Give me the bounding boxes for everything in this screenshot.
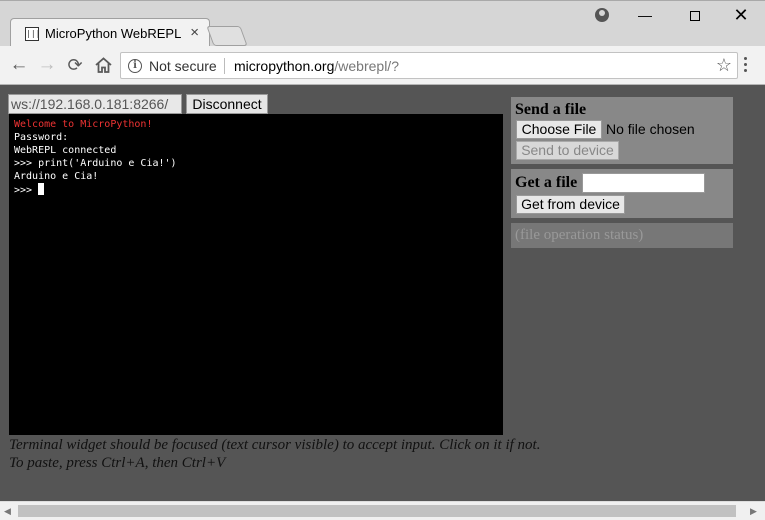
terminal-prompt-line: >>> [14,183,498,197]
send-file-title: Send a file [515,101,587,118]
url-host: micropython.org [234,58,335,74]
terminal[interactable]: Welcome to MicroPython! Password: WebREP… [9,114,503,435]
terminal-line: Arduino e Cia! [14,171,99,182]
webrepl-favicon-icon: ||| [25,27,40,41]
maximize-button[interactable] [683,5,707,27]
omnibox-divider [224,58,225,74]
scrollbar-thumb[interactable] [18,505,736,517]
profile-icon[interactable] [595,8,609,22]
send-file-panel: Send a file Choose File No file chosen S… [511,97,733,164]
terminal-line: WebREPL connected [14,145,117,156]
browser-menu-icon[interactable] [744,57,748,75]
get-from-device-button[interactable]: Get from device [516,195,625,214]
bookmark-star-icon[interactable]: ☆ [716,55,732,76]
terminal-line: Welcome to MicroPython! [14,119,153,130]
file-status-panel: (file operation status) [511,223,733,248]
horizontal-scrollbar[interactable]: ◀ ▶ [0,501,765,520]
disconnect-button[interactable]: Disconnect [186,94,268,114]
send-to-device-button[interactable]: Send to device [516,141,619,160]
back-button[interactable]: ← [8,54,30,76]
home-button[interactable] [92,54,114,76]
tab-close-icon[interactable]: × [190,25,199,41]
tab-title: MicroPython WebREPL [45,26,182,41]
terminal-cursor [38,183,45,195]
browser-toolbar: ← → ⟳ i Not secure micropython.org/webre… [0,46,765,85]
info-icon[interactable]: i [128,59,142,73]
get-file-name-input[interactable] [582,173,705,193]
home-icon [94,57,112,73]
maximize-icon [690,11,700,21]
scroll-right-icon[interactable]: ▶ [750,506,757,517]
terminal-prompt: >>> [14,185,39,196]
address-bar[interactable]: i Not secure micropython.org/webrepl/? ☆ [120,52,738,79]
title-bar: ||| MicroPython WebREPL × — ✕ [0,0,765,48]
security-label[interactable]: Not secure [149,58,217,74]
url-path: /webrepl/? [334,58,399,74]
choose-file-button[interactable]: Choose File [516,120,602,139]
new-tab-button[interactable] [206,26,248,46]
file-status-text: (file operation status) [515,227,644,243]
get-file-panel: Get a file Get from device [511,169,733,218]
paste-hint: To paste, press Ctrl+A, then Ctrl+V [9,455,226,471]
terminal-line: >>> print('Arduino e Cia!') [14,158,177,169]
close-window-button[interactable]: ✕ [729,3,753,27]
scroll-left-icon[interactable]: ◀ [4,506,11,517]
get-file-title: Get a file [515,174,578,191]
forward-button[interactable]: → [36,54,58,76]
websocket-url-input[interactable]: ws://192.168.0.181:8266/ [8,94,182,114]
file-chosen-label: No file chosen [606,121,695,137]
url-text[interactable]: micropython.org/webrepl/? [234,58,399,74]
terminal-hint: Terminal widget should be focused (text … [9,437,541,453]
minimize-button[interactable]: — [633,5,657,27]
browser-tab[interactable]: ||| MicroPython WebREPL × [10,18,210,48]
reload-button[interactable]: ⟳ [64,54,86,76]
terminal-line: Password: [14,132,69,143]
page-content: ws://192.168.0.181:8266/ Disconnect Welc… [0,86,765,501]
